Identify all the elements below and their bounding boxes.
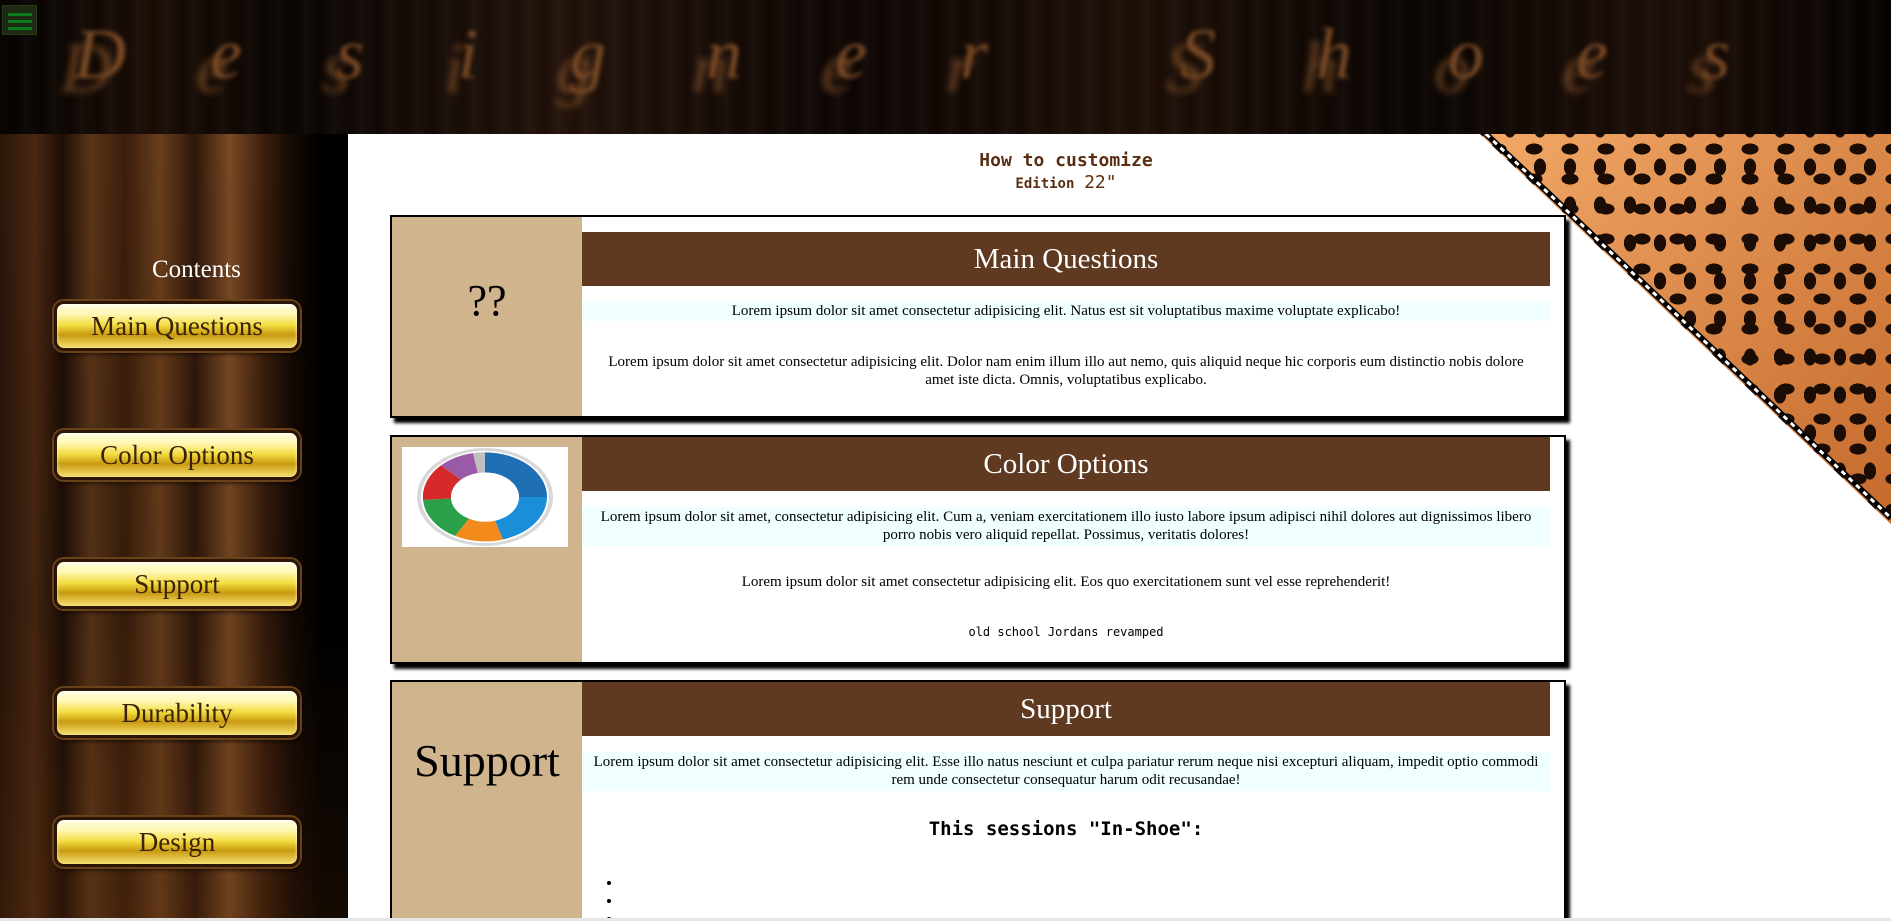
title-letter: n — [706, 14, 742, 94]
site-title: D e s i g n e r S h o e s — [0, 0, 1891, 134]
title-letter: D — [74, 14, 126, 94]
section-subheading: This sessions "In-Shoe": — [928, 818, 1204, 840]
support-side-text: Support — [414, 735, 560, 786]
title-letter: o — [1448, 14, 1484, 94]
nav-button-support[interactable]: Support — [54, 559, 300, 609]
title-letter: e — [835, 14, 867, 94]
sidebar: Contents Main Questions Color Options Su… — [0, 134, 348, 921]
edition-label: Edition — [1015, 176, 1075, 192]
hamburger-icon-bar — [8, 27, 32, 30]
section-sidebar — [392, 682, 582, 921]
sidebar-heading: Contents — [152, 256, 241, 283]
in-shoe-list — [602, 874, 622, 921]
section-card-support: Support Support Lorem ipsum dolor sit am… — [390, 680, 1566, 921]
title-letter: e — [210, 14, 242, 94]
nav-button-main-questions[interactable]: Main Questions — [54, 301, 300, 351]
nav-button-design[interactable]: Design — [54, 817, 300, 867]
nav-button-durability[interactable]: Durability — [54, 688, 300, 738]
title-letter: S — [1180, 14, 1216, 94]
section-body-text: Lorem ipsum dolor sit amet consectetur a… — [741, 574, 1391, 590]
section-card-color-options: Color Options Lorem ipsum dolor sit amet… — [390, 435, 1566, 664]
title-letter: s — [1702, 14, 1731, 94]
edition-number: 22" — [1084, 172, 1117, 193]
hamburger-icon-bar — [8, 20, 32, 23]
title-letter: s — [336, 14, 365, 94]
page-title: How to customize — [979, 150, 1153, 171]
section-body-text: Lorem ipsum dolor sit amet consectetur a… — [608, 354, 1524, 388]
image-caption: old school Jordans revamped — [968, 625, 1164, 639]
section-lead-text: Lorem ipsum dolor sit amet consectetur a… — [582, 752, 1550, 791]
title-letter: e — [1576, 14, 1608, 94]
section-heading: Main Questions — [582, 232, 1550, 286]
question-marks-text: ?? — [467, 276, 507, 325]
title-letter: i — [458, 14, 479, 94]
section-heading: Support — [582, 682, 1550, 736]
section-lead-text: Lorem ipsum dolor sit amet consectetur a… — [582, 301, 1550, 321]
title-letter: h — [1316, 14, 1352, 94]
nav-button-color-options[interactable]: Color Options — [54, 430, 300, 480]
section-card-main-questions: ?? Main Questions Lorem ipsum dolor sit … — [390, 215, 1566, 418]
color-wheel-image — [402, 447, 568, 547]
section-lead-text: Lorem ipsum dolor sit amet, consectetur … — [582, 507, 1550, 546]
hamburger-menu-button[interactable] — [2, 5, 37, 35]
section-heading: Color Options — [582, 437, 1550, 491]
title-letter: g — [570, 14, 606, 94]
hamburger-icon — [8, 13, 32, 16]
title-letter: r — [960, 14, 989, 94]
edition-line: Edition 22" — [348, 172, 1784, 193]
site-header: D e s i g n e r S h o e s — [0, 0, 1891, 134]
